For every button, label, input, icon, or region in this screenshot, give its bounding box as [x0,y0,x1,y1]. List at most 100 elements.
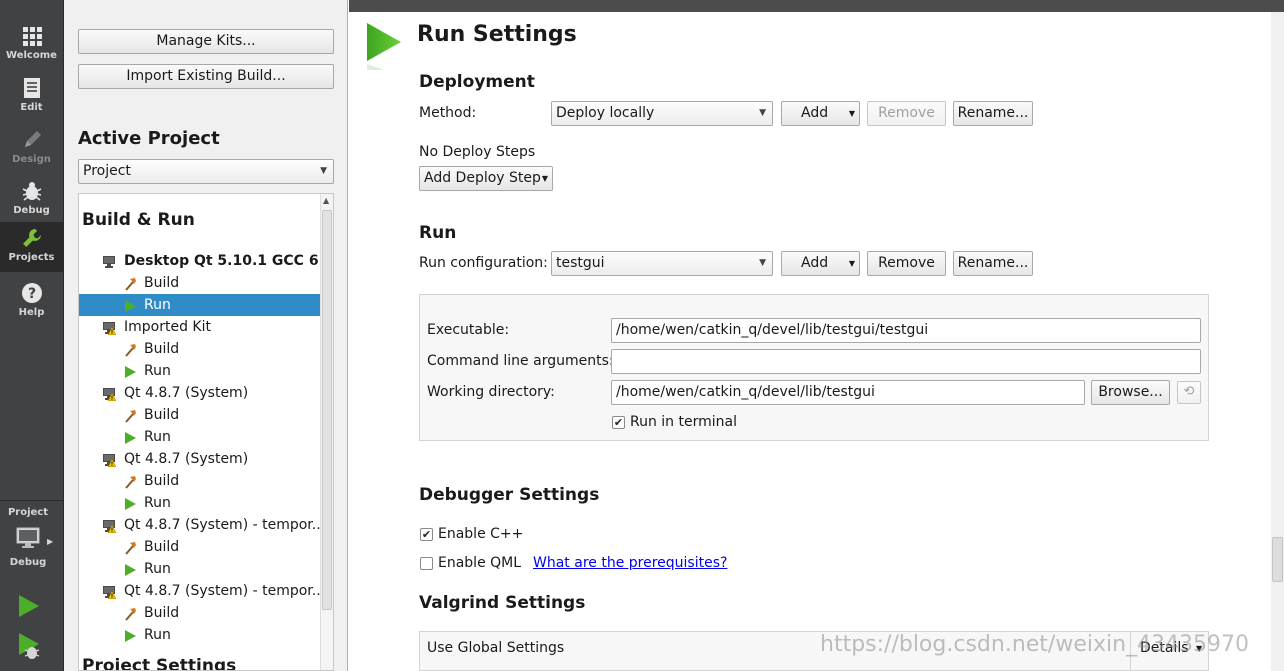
mode-label: Edit [20,102,43,113]
browse-button[interactable]: Browse... [1091,380,1170,405]
mode-label: Welcome [6,50,57,61]
tree-kit-item[interactable]: Imported Kit [79,316,321,338]
wrench-icon [22,229,41,247]
tree-run-item[interactable]: Run [79,294,321,316]
executable-label: Executable: [427,322,510,338]
tree-item-label: Desktop Qt 5.10.1 GCC 6... [124,253,321,269]
run-rename-button[interactable]: Rename... [953,251,1033,276]
run-add-button[interactable]: Add ▼ [781,251,860,276]
tree-scrollbar-thumb[interactable] [322,210,332,610]
run-in-terminal-label: Run in terminal [630,414,737,430]
tree-run-item[interactable]: Run [79,558,321,580]
main-scrollbar[interactable] [1271,12,1284,671]
top-bar [349,0,1284,12]
question-icon: ? [21,283,42,303]
run-in-terminal-checkbox[interactable]: ✔ [612,416,625,429]
pencil-icon [24,131,41,147]
mode-label: Design [12,154,51,165]
run-configuration-combo[interactable]: testgui ▼ [551,251,773,276]
watermark-text: https://blog.csdn.net/weixin_43435970 [820,632,1250,657]
run-icon[interactable] [14,592,42,620]
monitor-icon [102,254,116,268]
tree-run-item[interactable]: Run [79,360,321,382]
project-side-panel: Manage Kits... Import Existing Build... … [64,0,348,671]
tree-item-label: Qt 4.8.7 (System) [124,385,249,401]
project-tree: Build & Run Desktop Qt 5.10.1 GCC 6... Bu… [78,193,334,671]
deploy-method-combo[interactable]: Deploy locally ▼ [551,101,773,126]
tree-run-item[interactable]: Run [79,492,321,514]
import-existing-build-button[interactable]: Import Existing Build... [78,64,334,89]
tree-kit-item[interactable]: Qt 4.8.7 (System) - tempor... [79,580,321,602]
tree-build-item[interactable]: Build [79,272,321,294]
run-icon [123,628,137,642]
tree-run-item[interactable]: Run [79,426,321,448]
run-remove-button[interactable]: Remove [867,251,946,276]
monitor-warning-icon [102,518,117,534]
mode-design[interactable]: Design [0,124,63,174]
run-icon [123,430,137,444]
svg-text:?: ? [27,286,35,302]
mode-edit[interactable]: Edit [0,72,63,122]
mode-welcome[interactable]: Welcome [0,20,63,70]
tree-build-item[interactable]: Build [79,470,321,492]
monitor-warning-icon [102,386,117,402]
tree-kit-item[interactable]: Qt 4.8.7 (System) [79,382,321,404]
enable-cpp-checkbox[interactable]: ✔ [420,528,433,541]
build-run-title: Build & Run [82,210,195,230]
executable-field[interactable]: /home/wen/catkin_q/devel/lib/testgui/tes… [611,318,1201,343]
mode-projects[interactable]: Projects [0,222,63,272]
run-configuration-value: testgui [556,255,605,271]
monitor-icon [16,527,40,548]
kit-selector-project: Project [7,507,49,518]
mode-debug[interactable]: Debug [0,175,63,225]
deploy-add-label: Add [801,105,829,121]
tree-kit-item[interactable]: Qt 4.8.7 (System) - tempor... [79,514,321,536]
run-settings-page: Run Settings Deployment Method: Deploy l… [349,12,1284,671]
add-deploy-step-button[interactable]: Add Deploy Step ▼ [419,166,553,191]
tree-build-item[interactable]: Build [79,602,321,624]
deploy-rename-button[interactable]: Rename... [953,101,1033,126]
monitor-warning-icon [102,584,117,600]
kit-selector[interactable]: Project ▶ Debug [0,503,63,575]
tree-build-item[interactable]: Build [79,404,321,426]
tree-run-item[interactable]: Run [79,624,321,646]
prerequisites-link[interactable]: What are the prerequisites? [533,555,727,571]
main-scrollbar-thumb[interactable] [1272,537,1283,582]
reset-icon[interactable]: ⟲ [1177,381,1201,404]
run-icon [123,364,137,378]
chevron-down-icon: ▼ [541,174,548,183]
enable-qml-label: Enable QML [438,555,522,571]
tree-build-item[interactable]: Build [79,338,321,360]
chevron-down-icon: ▼ [759,108,766,118]
tree-item-label: Build [144,605,180,621]
mode-bar-divider [0,500,63,501]
tree-scrollbar[interactable]: ▲ [320,194,333,670]
tree-kit-item[interactable]: Desktop Qt 5.10.1 GCC 6... [79,250,321,272]
tree-build-item[interactable]: Build [79,536,321,558]
tree-item-label: Run [144,363,171,379]
tree-item-label: Qt 4.8.7 (System) [124,451,249,467]
enable-qml-checkbox[interactable] [420,557,433,570]
command-line-arguments-field[interactable] [611,349,1201,374]
monitor-warning-icon [102,452,117,468]
tree-item-label: Run [144,495,171,511]
deploy-add-button[interactable]: Add ▼ [781,101,860,126]
debug-run-icon[interactable] [14,630,42,660]
manage-kits-button[interactable]: Manage Kits... [78,29,334,54]
mode-help[interactable]: ? Help [0,277,63,327]
kit-selector-build: Debug [9,557,47,568]
working-directory-field[interactable]: /home/wen/catkin_q/devel/lib/testgui [611,380,1085,405]
active-project-combo[interactable]: Project ▼ [78,159,334,184]
bug-icon [22,182,41,201]
run-icon [123,496,137,510]
chevron-down-icon: ▼ [320,166,327,176]
tree-kit-item[interactable]: Qt 4.8.7 (System) [79,448,321,470]
hammer-icon [123,606,137,621]
monitor-warning-icon [102,320,117,336]
deploy-remove-button[interactable]: Remove [867,101,946,126]
tree-item-label: Run [144,297,171,313]
tree-item-label: Imported Kit [124,319,211,335]
scroll-up-icon[interactable]: ▲ [323,196,329,205]
project-settings-title: Project Settings [82,656,237,671]
enable-cpp-label: Enable C++ [438,526,524,542]
